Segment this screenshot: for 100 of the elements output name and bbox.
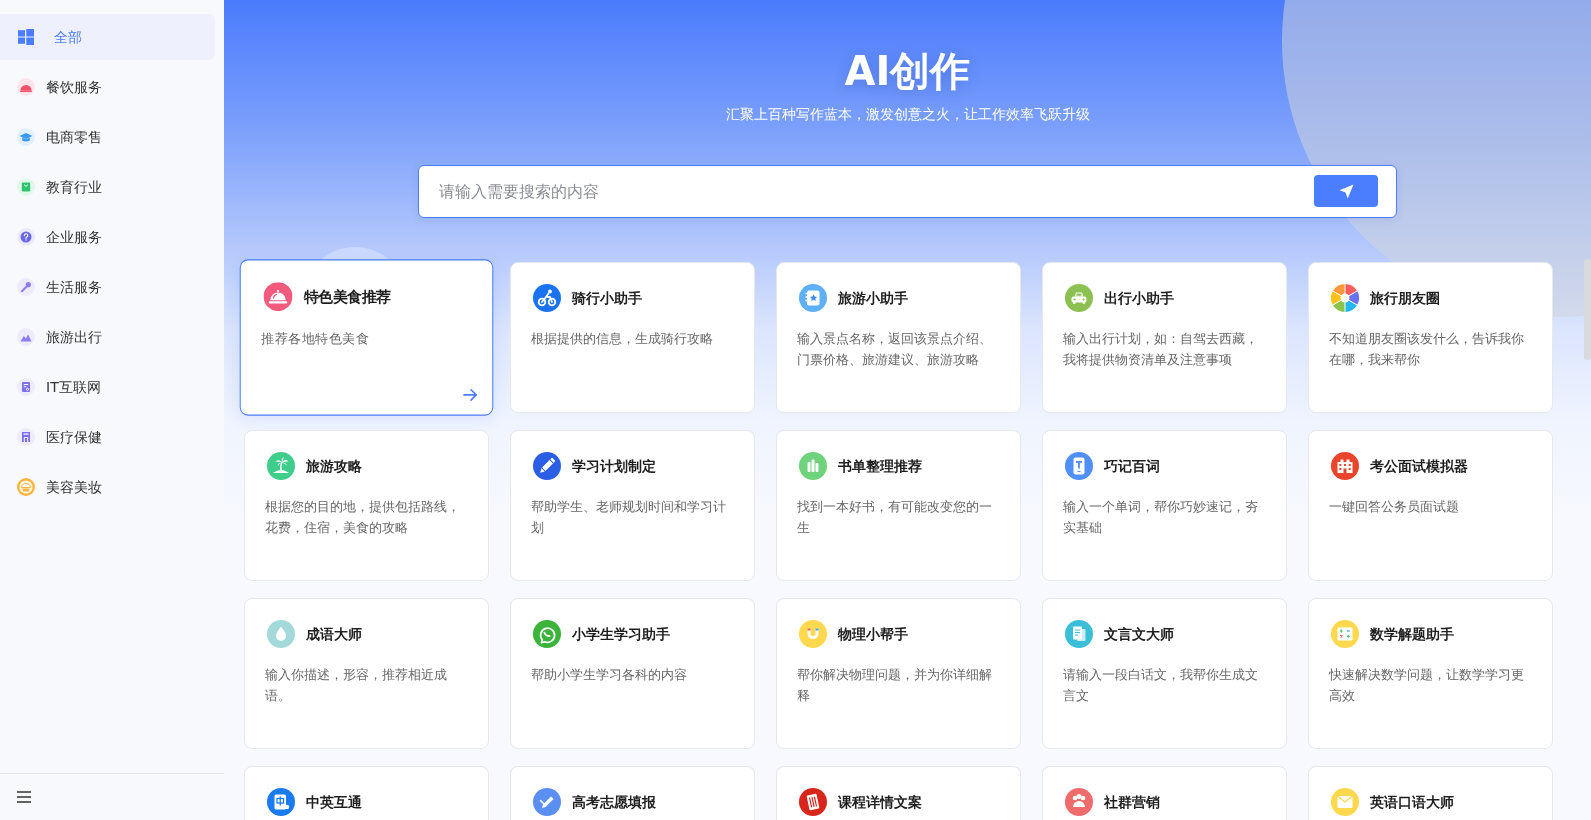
card-description: 输入一个单词，帮你巧妙速记，夯实基础 (1063, 498, 1259, 537)
card-description: 输入出行计划，如：自驾去西藏，我将提供物资清单及注意事项 (1063, 330, 1259, 369)
math-symbols-icon (1331, 620, 1359, 648)
card-description: 帮助学生、老师规划时间和学习计划 (531, 498, 727, 537)
pen-icon (533, 788, 561, 816)
tool-card[interactable]: 旅游小助手 输入景点名称，返回该景点介绍、门票价格、旅游建议、旅游攻略 (776, 262, 1021, 413)
tool-card[interactable]: 学习计划制定 帮助学生、老师规划时间和学习计划 (510, 430, 755, 581)
sidebar-item[interactable]: 电商零售 (0, 114, 215, 160)
tool-card[interactable]: 高考志愿填报 (510, 766, 755, 820)
card-description: 输入你描述，形容，推荐相近成语。 (265, 666, 448, 705)
water-drop-icon (267, 620, 295, 648)
people-icon (1065, 788, 1093, 816)
dictionary-icon (267, 788, 295, 816)
sidebar-item[interactable]: 餐饮服务 (0, 64, 215, 110)
building-icon (17, 428, 35, 446)
card-title: 社群营销 (1104, 793, 1160, 812)
tool-card[interactable]: 物理小帮手 帮你解决物理问题，并为你详细解释 (776, 598, 1021, 749)
tool-card[interactable]: 数学解题助手 快速解决数学问题，让数学学习更高效 (1308, 598, 1553, 749)
palm-tree-icon (267, 452, 295, 480)
card-description: 找到一本好书，有可能改变您的一生 (797, 498, 993, 537)
cloche-icon (17, 78, 35, 96)
sidebar-item[interactable]: 企业服务 (0, 214, 215, 260)
magnet-icon (799, 620, 827, 648)
card-title: 骑行小助手 (572, 289, 642, 308)
tool-card[interactable]: 课程详情文案 (776, 766, 1021, 820)
tool-card[interactable]: 社群营销 (1042, 766, 1287, 820)
bar-chart-icon (799, 452, 827, 480)
star-book-icon (799, 284, 827, 312)
tool-card[interactable]: 考公面试模拟器 一键回答公务员面试题 (1308, 430, 1553, 581)
tool-card[interactable]: 出行小助手 输入出行计划，如：自驾去西藏，我将提供物资清单及注意事项 (1042, 262, 1287, 413)
microphone-icon (17, 278, 35, 296)
card-title: 课程详情文案 (838, 793, 922, 812)
card-description: 推荐各地特色美食 (261, 329, 371, 349)
card-description: 根据提供的信息，生成骑行攻略 (531, 330, 714, 348)
card-title: 出行小助手 (1104, 289, 1174, 308)
card-title: 旅行朋友圈 (1370, 289, 1440, 308)
card-title: 旅游小助手 (838, 289, 908, 308)
page-subtitle: 汇聚上百种写作蓝本，激发创意之火，让工作效率飞跃升级 (725, 105, 1090, 124)
card-title: 考公面试模拟器 (1370, 457, 1468, 476)
card-description: 一键回答公务员面试题 (1329, 498, 1460, 516)
card-title: 小学生学习助手 (572, 625, 670, 644)
card-title: 数学解题助手 (1370, 625, 1454, 644)
scrollbar-thumb[interactable] (1584, 259, 1591, 360)
card-description: 输入景点名称，返回该景点介绍、门票价格、旅游建议、旅游攻略 (797, 330, 993, 369)
tool-card[interactable]: 旅游攻略 根据您的目的地，提供包括路线，花费，住宿，美食的攻略 (244, 430, 489, 581)
tool-card[interactable]: 小学生学习助手 帮助小学生学习各科的内容 (510, 598, 755, 749)
card-title: 英语口语大师 (1370, 793, 1454, 812)
sidebar-item[interactable]: IT互联网 (0, 364, 215, 410)
card-title: 高考志愿填报 (572, 793, 656, 812)
chat-bubble-icon (533, 620, 561, 648)
sidebar-item[interactable]: 美容美妆 (0, 464, 215, 510)
arrow-right-icon[interactable] (463, 388, 478, 402)
search-field[interactable]: 请输入需要搜索的内容 (418, 165, 1397, 218)
menu-icon[interactable] (17, 791, 31, 803)
notebook-icon (799, 788, 827, 816)
graduation-cap-icon (17, 128, 35, 146)
mountain-icon (17, 328, 35, 346)
sidebar-item[interactable]: 医疗保健 (0, 414, 215, 460)
card-description: 请输入一段白话文，我帮你生成文言文 (1063, 666, 1259, 705)
document-icon (1065, 620, 1093, 648)
tool-card[interactable]: 文言文大师 请输入一段白话文，我帮你生成文言文 (1042, 598, 1287, 749)
pencil-icon (533, 452, 561, 480)
car-icon (1065, 284, 1093, 312)
card-title: 物理小帮手 (838, 625, 908, 644)
cloche-icon (263, 282, 293, 312)
grid-icon (17, 28, 35, 46)
page-title: AI创作 (844, 47, 971, 96)
send-button[interactable] (1314, 175, 1378, 207)
card-title: 文言文大师 (1104, 625, 1174, 644)
tool-card[interactable]: 中英互通 (244, 766, 489, 820)
tool-card[interactable]: 书单整理推荐 找到一本好书，有可能改变您的一生 (776, 430, 1021, 581)
card-description: 根据您的目的地，提供包括路线，花费，住宿，美食的攻略 (265, 498, 461, 537)
tool-card[interactable]: 旅行朋友圈 不知道朋友圈该发什么，告诉我你在哪，我来帮你 (1308, 262, 1553, 413)
card-title: 学习计划制定 (572, 457, 656, 476)
sidebar-item[interactable]: 旅游出行 (0, 314, 215, 360)
cupcake-icon (17, 478, 35, 496)
building-icon (1331, 452, 1359, 480)
card-title: 特色美食推荐 (303, 287, 391, 307)
card-title: 旅游攻略 (306, 457, 362, 476)
card-title: 中英互通 (306, 793, 362, 812)
tablet-icon (1065, 452, 1093, 480)
tool-card[interactable]: 巧记百词 输入一个单词，帮你巧妙速记，夯实基础 (1042, 430, 1287, 581)
card-description: 帮助小学生学习各科的内容 (531, 666, 688, 684)
envelope-icon (1331, 788, 1359, 816)
card-title: 巧记百词 (1104, 457, 1160, 476)
aperture-icon (1331, 284, 1359, 312)
card-title: 成语大师 (306, 625, 362, 644)
question-icon (17, 228, 35, 246)
tool-card[interactable]: 骑行小助手 根据提供的信息，生成骑行攻略 (510, 262, 755, 413)
bicycle-icon (533, 284, 561, 312)
tool-card[interactable]: 成语大师 输入你描述，形容，推荐相近成语。 (244, 598, 489, 749)
tool-card[interactable]: 英语口语大师 (1308, 766, 1553, 820)
sidebar-item[interactable]: 教育行业 (0, 164, 215, 210)
shopping-bag-icon (17, 178, 35, 196)
card-description: 快速解决数学问题，让数学学习更高效 (1329, 666, 1525, 705)
send-icon (1338, 183, 1354, 199)
sidebar-item[interactable]: 生活服务 (0, 264, 215, 310)
card-title: 书单整理推荐 (838, 457, 922, 476)
card-description: 不知道朋友圈该发什么，告诉我你在哪，我来帮你 (1329, 330, 1525, 369)
document-icon (17, 378, 35, 396)
